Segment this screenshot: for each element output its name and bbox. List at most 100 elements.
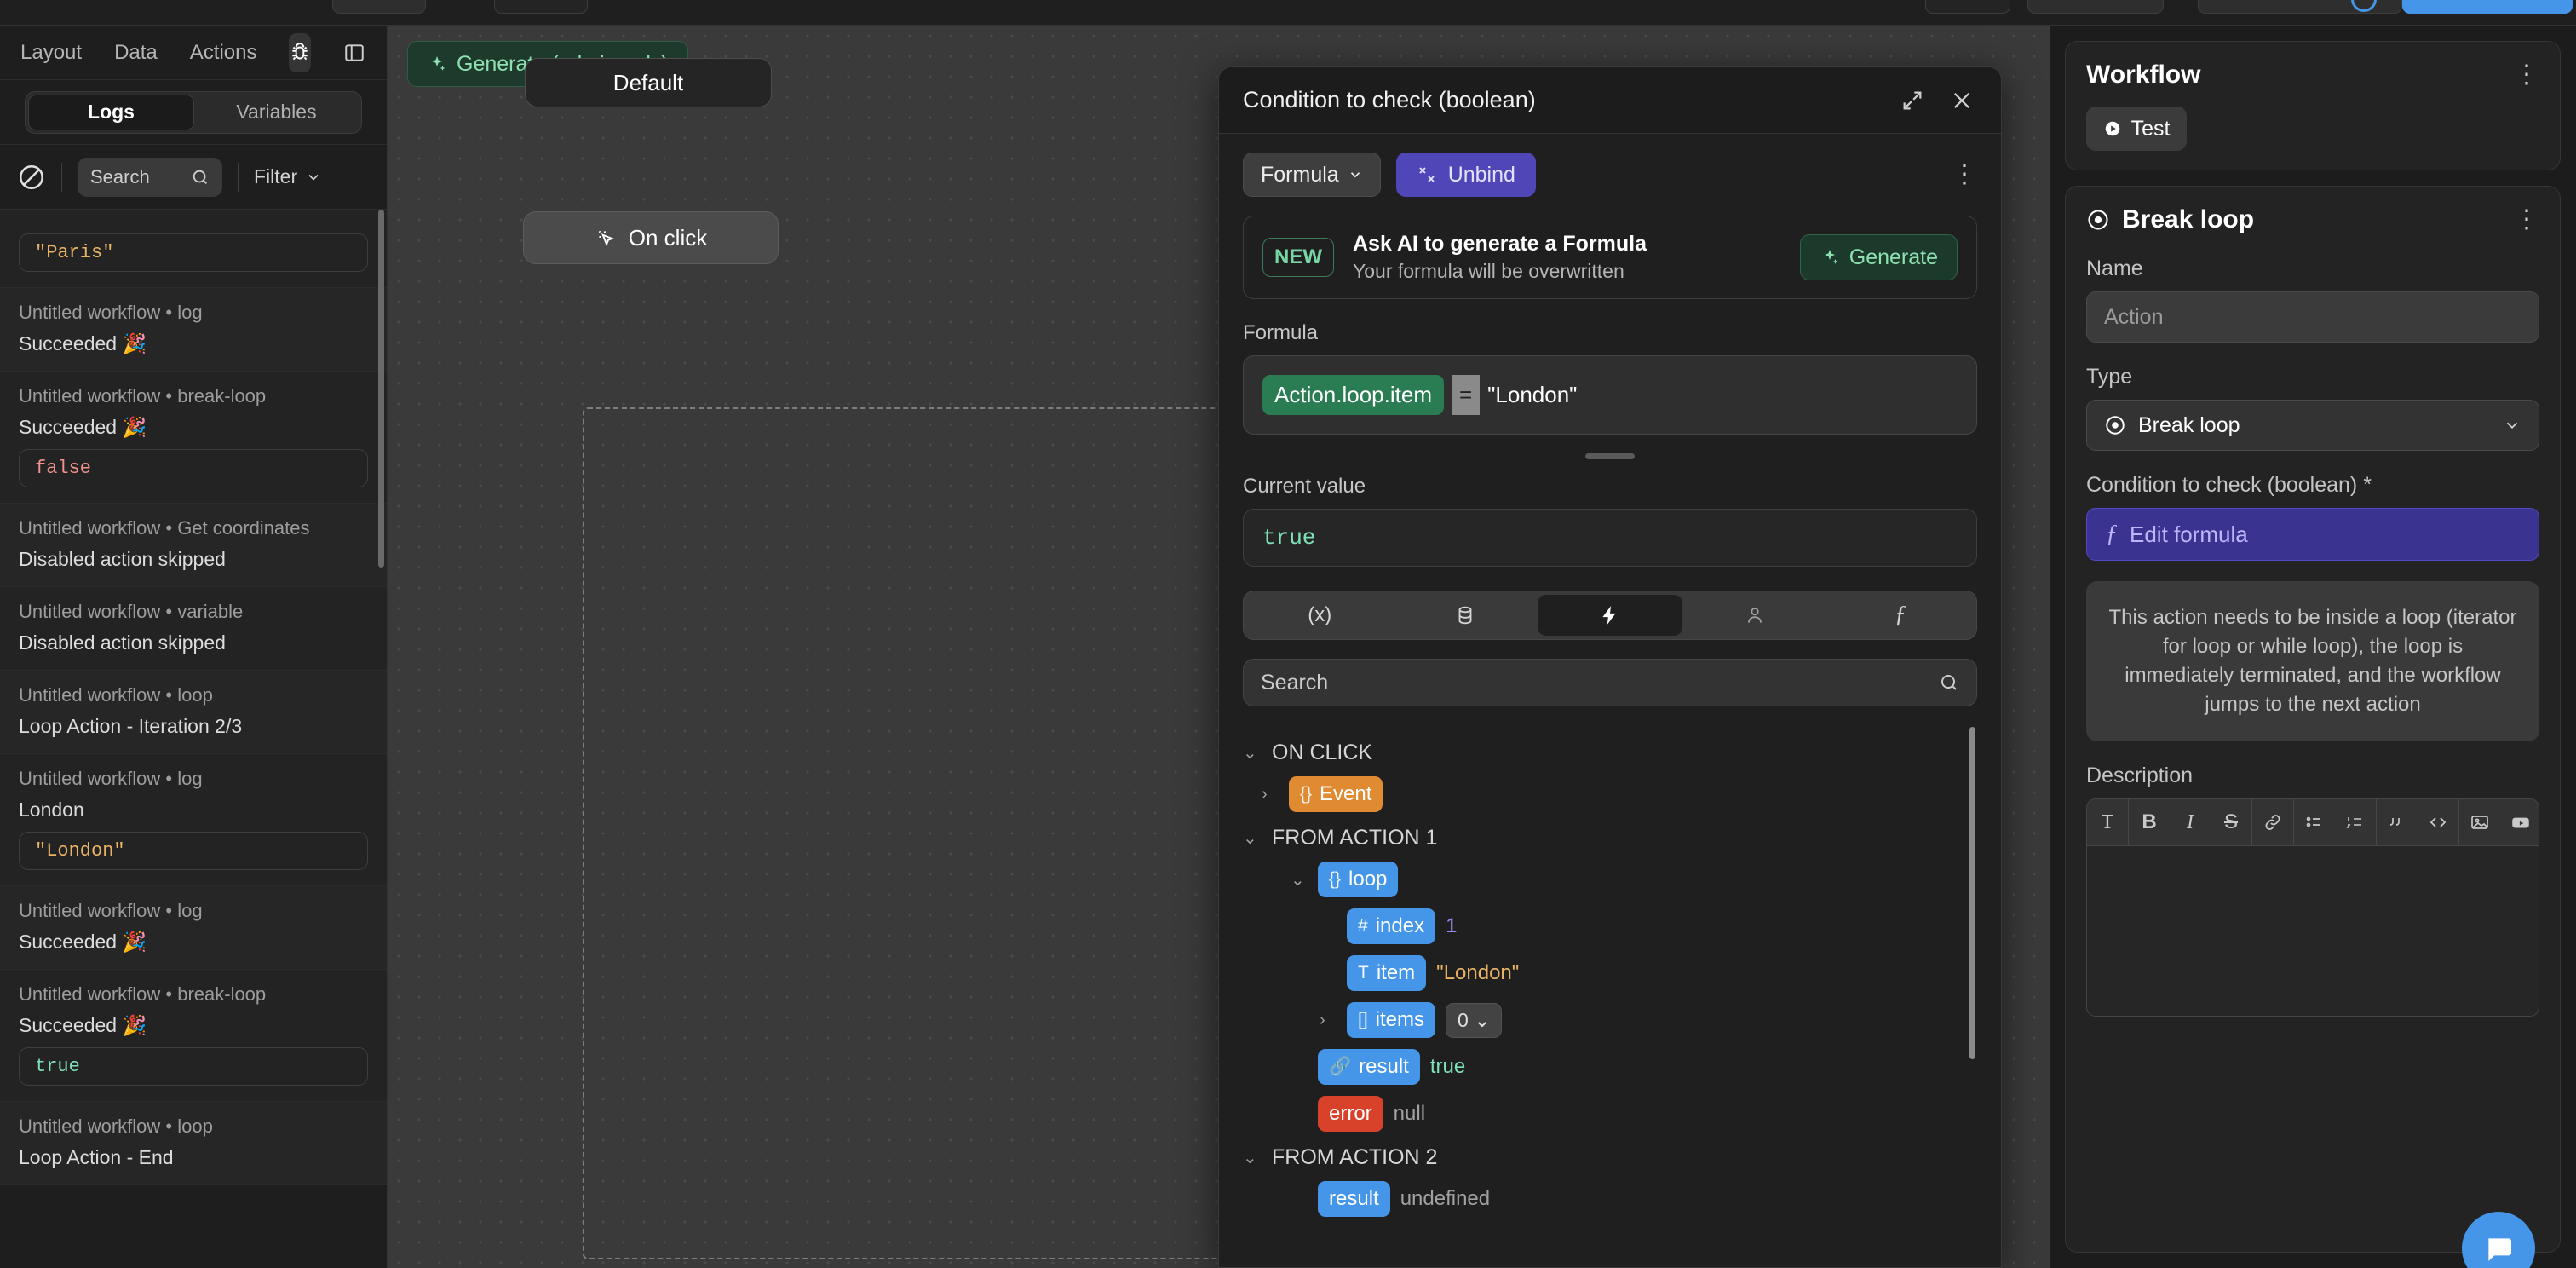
strikethrough-icon[interactable]: S [2211, 799, 2251, 845]
modal-search-input[interactable]: Search [1243, 659, 1977, 706]
actions-tab[interactable] [1538, 595, 1682, 636]
quote-icon[interactable] [2377, 799, 2418, 845]
numbered-list-icon[interactable] [2335, 799, 2376, 845]
generate-label: Generate [1849, 245, 1938, 270]
formula-mode-button[interactable]: Formula [1243, 153, 1381, 197]
publish-button[interactable] [2402, 0, 2573, 14]
bold-icon[interactable]: B [2129, 799, 2170, 845]
log-entry[interactable]: Untitled workflow • loopLoop Action - En… [0, 1102, 387, 1185]
user-tab[interactable] [1682, 595, 1827, 636]
tree-node[interactable]: ⌄ {}loop [1291, 862, 1977, 897]
video-icon[interactable] [2500, 799, 2541, 845]
segment-logs[interactable]: Logs [28, 95, 194, 130]
formula-input[interactable]: Action.loop.item = "London" [1243, 355, 1977, 435]
log-list[interactable]: "Paris" Untitled workflow • logSucceeded … [0, 210, 387, 1268]
image-icon[interactable] [2459, 799, 2500, 845]
tree-node[interactable]: resultundefined [1291, 1181, 1977, 1217]
more-vertical-icon[interactable]: ⋮ [1952, 167, 1977, 182]
tree-node[interactable]: #index1 [1320, 908, 1977, 944]
log-entry[interactable]: Untitled workflow • loopLoop Action - It… [0, 671, 387, 754]
more-vertical-icon[interactable]: ⋮ [2514, 67, 2539, 83]
variables-tab[interactable]: (x) [1247, 595, 1392, 636]
top-toolbar-pill-2[interactable] [494, 0, 588, 14]
tree-node[interactable]: Titem"London" [1320, 955, 1977, 991]
expand-icon[interactable] [1897, 85, 1928, 116]
log-entry[interactable]: Untitled workflow • Get coordinatesDisab… [0, 504, 387, 587]
test-button[interactable]: Test [2086, 107, 2187, 151]
chevron-down-icon[interactable]: ⌄ [1291, 869, 1308, 890]
log-entry[interactable]: Untitled workflow • break-loopSucceeded … [0, 970, 387, 1102]
tree-group-header[interactable]: ⌄ ON CLICK [1243, 741, 1977, 765]
log-entry-value: "Paris" [19, 233, 368, 272]
chevron-down-icon[interactable]: ⌄ [1243, 1147, 1260, 1168]
top-toolbar-pill-4[interactable] [2027, 0, 2164, 14]
filter-button[interactable]: Filter [254, 165, 322, 188]
bullet-list-icon[interactable] [2294, 799, 2335, 845]
ai-banner-subtitle: Your formula will be overwritten [1353, 260, 1647, 283]
top-toolbar-pill-3[interactable] [1925, 0, 2010, 14]
binding-tree[interactable]: ⌄ON CLICK›{}Event⌄FROM ACTION 1⌄{}loop#i… [1243, 727, 1977, 1267]
more-vertical-icon[interactable]: ⋮ [2514, 212, 2539, 228]
formula-token[interactable]: Action.loop.item [1262, 375, 1444, 415]
tree-group-label: ON CLICK [1272, 741, 1372, 765]
segment-variables[interactable]: Variables [194, 95, 359, 130]
description-editor[interactable] [2086, 846, 2539, 1017]
search-input[interactable]: Search [78, 158, 222, 197]
node-default[interactable]: Default [525, 58, 772, 107]
tree-node[interactable]: 🔗resulttrue [1291, 1049, 1977, 1085]
log-entry[interactable]: Untitled workflow • logSucceeded 🎉 [0, 886, 387, 970]
tree-node-label: index [1376, 914, 1424, 938]
clear-logs-icon[interactable] [17, 163, 46, 192]
tree-node-pill[interactable]: error [1318, 1096, 1383, 1132]
log-entry[interactable]: Untitled workflow • break-loopSucceeded … [0, 372, 387, 504]
tree-node-pill[interactable]: #index [1347, 908, 1435, 944]
tree-group-header[interactable]: ⌄FROM ACTION 2 [1243, 1145, 1977, 1170]
log-entry[interactable]: Untitled workflow • logLondon"London" [0, 754, 387, 886]
generate-button[interactable]: Generate [1800, 234, 1958, 280]
formula-mode-label: Formula [1261, 163, 1339, 187]
tree-node-pill[interactable]: []items [1347, 1002, 1435, 1038]
functions-tab[interactable]: ƒ [1828, 595, 1973, 636]
array-index-select[interactable]: 0 ⌄ [1446, 1003, 1502, 1038]
text-style-icon[interactable]: T [2087, 799, 2128, 845]
tab-actions[interactable]: Actions [190, 41, 257, 65]
tree-node-pill[interactable]: Titem [1347, 955, 1426, 991]
italic-icon[interactable]: I [2170, 799, 2211, 845]
tree-group-header[interactable]: ⌄FROM ACTION 1 [1243, 826, 1977, 850]
panel-layout-icon[interactable] [343, 33, 365, 72]
tree-node[interactable]: › []items 0 ⌄ [1320, 1002, 1977, 1038]
chevron-right-icon[interactable]: › [1262, 785, 1279, 804]
node-on-click[interactable]: On click [523, 211, 779, 264]
tab-data[interactable]: Data [114, 41, 158, 65]
unbind-button[interactable]: Unbind [1396, 153, 1536, 197]
tree-node[interactable]: errornull [1291, 1096, 1977, 1132]
close-icon[interactable] [1946, 85, 1977, 116]
chevron-down-icon[interactable]: ⌄ [1243, 827, 1260, 849]
tree-node-pill[interactable]: result [1318, 1181, 1390, 1217]
tree-node-pill[interactable]: 🔗result [1318, 1049, 1420, 1085]
link-icon[interactable] [2252, 799, 2293, 845]
chevron-right-icon[interactable]: › [1320, 1011, 1337, 1030]
resize-handle[interactable] [1585, 453, 1635, 459]
database-tab[interactable] [1392, 595, 1537, 636]
bug-icon[interactable] [289, 33, 311, 72]
tree-node-pill[interactable]: {}loop [1318, 862, 1398, 897]
break-loop-icon [2086, 208, 2110, 232]
log-entry[interactable]: Untitled workflow • variableDisabled act… [0, 587, 387, 671]
code-icon[interactable] [2418, 799, 2458, 845]
edit-formula-button[interactable]: ƒ Edit formula [2086, 508, 2539, 561]
top-toolbar-pill[interactable] [332, 0, 426, 14]
tree-node[interactable]: › {}Event [1262, 776, 1977, 812]
chevron-down-icon[interactable]: ⌄ [1243, 742, 1260, 764]
log-list-scrollbar[interactable] [378, 210, 384, 568]
log-entry[interactable]: "Paris" [0, 210, 387, 288]
log-entry[interactable]: Untitled workflow • logSucceeded 🎉 [0, 288, 387, 372]
tree-node-pill[interactable]: {}Event [1289, 776, 1383, 812]
tab-layout[interactable]: Layout [20, 41, 82, 65]
log-entry-status: Loop Action - Iteration 2/3 [19, 715, 368, 738]
tree-scrollbar[interactable] [1969, 727, 1975, 1059]
name-field[interactable]: Action [2086, 291, 2539, 343]
log-entry-status: Disabled action skipped [19, 631, 368, 654]
type-select[interactable]: Break loop [2086, 400, 2539, 451]
type-value: Break loop [2138, 413, 2240, 438]
